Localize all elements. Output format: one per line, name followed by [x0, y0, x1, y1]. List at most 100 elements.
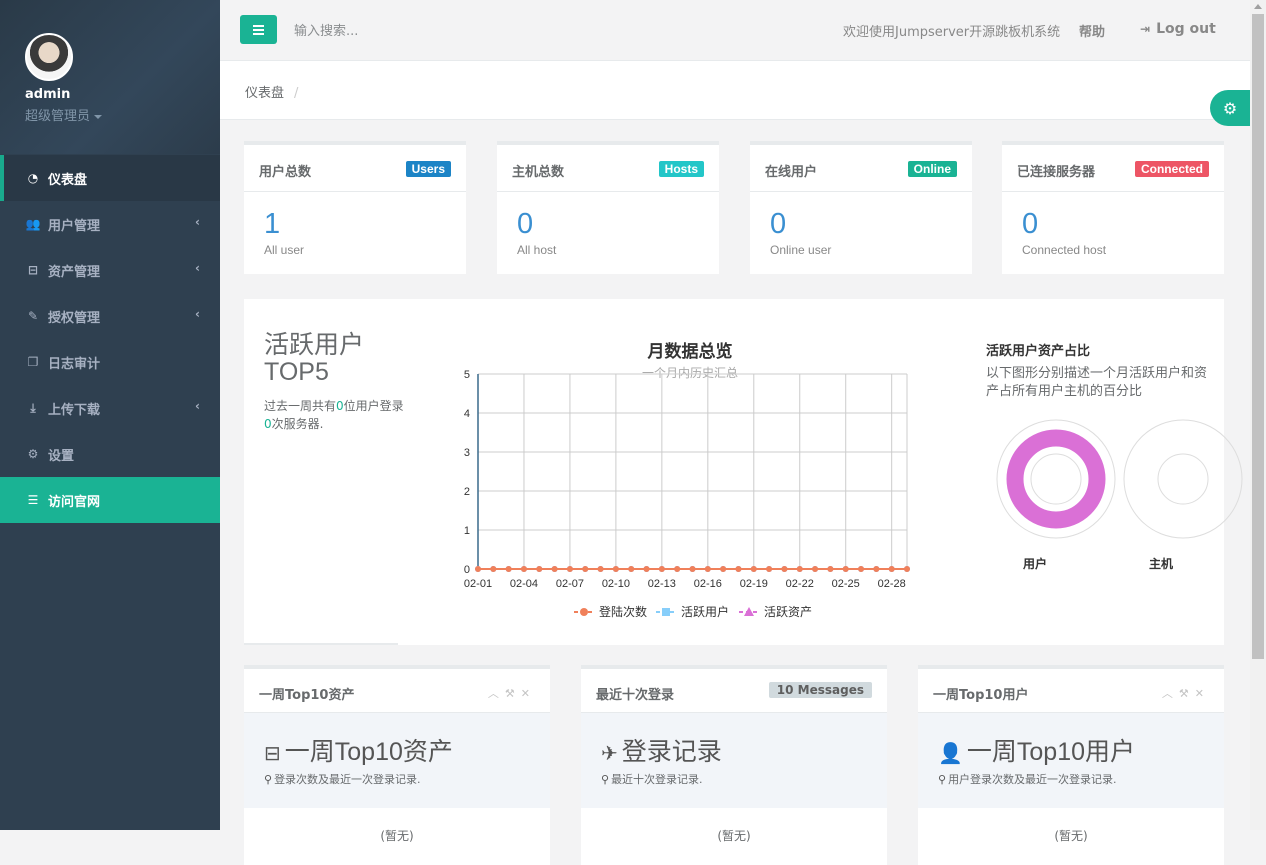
chevron-left-icon: ‹ [195, 261, 200, 275]
map-marker-icon: ⚲ [264, 773, 273, 786]
close-icon[interactable]: ✕ [521, 687, 536, 700]
caret-down-icon [94, 114, 103, 119]
database-icon: ☰ [27, 493, 39, 507]
data-point [858, 566, 865, 572]
ratio-donuts [996, 419, 1243, 539]
username: admin [25, 87, 71, 102]
sidebar-item-assets[interactable]: ⊟ 资产管理 ‹ [0, 247, 220, 293]
sidebar-item-dashboard[interactable]: ◔ 仪表盘 [0, 155, 220, 201]
role-dropdown[interactable]: 超级管理员 [25, 105, 103, 124]
breadcrumb-current[interactable]: 仪表盘 [245, 86, 284, 101]
stat-value: 1 [264, 208, 281, 240]
stat-title: 在线用户 [765, 165, 818, 180]
stat-value: 0 [1022, 208, 1039, 240]
x-tick-label: 02-01 [464, 578, 492, 590]
legend-label: 活跃用户 [681, 604, 729, 619]
legend-label: 登陆次数 [599, 604, 647, 619]
sidebar-item-label: 仪表盘 [48, 172, 88, 188]
y-tick-label: 2 [464, 486, 470, 498]
panel-heading: 登录记录 [621, 738, 722, 766]
data-point [674, 566, 681, 572]
sidebar-nav: ◔ 仪表盘 👥 用户管理 ‹ ⊟ 资产管理 ‹ ✎ 授权管理 ‹ ❐ 日志审计 … [0, 155, 220, 523]
inbox-icon: ⊟ [264, 743, 281, 765]
panel-top10-users: 一周Top10用户 ︿⚒✕ 👤 一周Top10用户 ⚲ 用户登录次数及最近一次登录记… [918, 665, 1224, 865]
scroll-thumb[interactable] [1252, 14, 1264, 659]
sidebar-item-users[interactable]: 👥 用户管理 ‹ [0, 201, 220, 247]
breadcrumb-separator: / [294, 86, 299, 101]
map-marker-icon: ⚲ [938, 773, 947, 786]
legend-label: 活跃资产 [764, 605, 812, 619]
theme-config-button[interactable]: ⚙ [1210, 90, 1250, 126]
close-icon[interactable]: ✕ [1195, 687, 1210, 700]
sidebar-item-permissions[interactable]: ✎ 授权管理 ‹ [0, 293, 220, 339]
gears-icon: ⚙ [1222, 98, 1238, 118]
user-icon: 👤 [938, 743, 963, 765]
legend-marker [662, 608, 670, 616]
paper-plane-icon: ✈ [601, 743, 618, 765]
data-point [720, 566, 727, 572]
donut-label-host: 主机 [1149, 557, 1174, 571]
stat-subtitle: All user [264, 243, 305, 257]
data-point [704, 566, 711, 572]
x-tick-label: 02-13 [648, 578, 676, 590]
menu-toggle-button[interactable] [240, 15, 277, 44]
data-point [490, 566, 497, 572]
wrench-icon[interactable]: ⚒ [1179, 687, 1195, 700]
legend-marker [580, 608, 588, 616]
logout-link[interactable]: ⇥ Log out [1140, 21, 1216, 37]
panel-title: 最近十次登录 [596, 688, 675, 703]
wrench-icon[interactable]: ⚒ [505, 687, 521, 700]
x-tick-label: 02-10 [602, 578, 630, 590]
dashboard-icon: ◔ [27, 171, 39, 185]
sidebar-item-audit[interactable]: ❐ 日志审计 [0, 339, 220, 385]
data-point [597, 566, 604, 572]
role-label: 超级管理员 [25, 109, 91, 124]
sidebar-item-website[interactable]: ☰ 访问官网 [0, 477, 220, 523]
donut-label-user: 用户 [1023, 557, 1048, 571]
copy-icon: ❐ [27, 355, 39, 369]
sidebar-item-label: 日志审计 [48, 356, 101, 372]
y-tick-label: 4 [464, 408, 470, 420]
scroll-up-arrow[interactable] [1254, 4, 1262, 9]
help-link[interactable]: 帮助 [1079, 21, 1105, 40]
stat-title: 主机总数 [512, 165, 565, 180]
data-point [689, 566, 696, 572]
x-tick-label: 02-19 [740, 578, 768, 590]
x-tick-label: 02-25 [832, 578, 860, 590]
panel-desc: 最近十次登录记录. [611, 773, 703, 786]
active-users-desc: 过去一周共有0位用户登录0次服务器. [264, 397, 404, 433]
data-point [873, 566, 880, 572]
sidebar-item-label: 访问官网 [48, 494, 101, 510]
host-donut-outer [1123, 419, 1243, 539]
top-bar: 欢迎使用Jumpserver开源跳板机系统 帮助 ⇥ Log out [220, 0, 1250, 61]
sidebar-item-transfer[interactable]: ⤓ 上传下载 ‹ [0, 385, 220, 431]
panel-tools: ︿⚒✕ [488, 685, 536, 701]
stat-title: 已连接服务器 [1017, 165, 1096, 180]
stat-badge: Online [907, 161, 957, 177]
stat-value: 0 [770, 208, 787, 240]
panel-desc: 用户登录次数及最近一次登录记录. [948, 773, 1117, 786]
stat-value: 0 [517, 208, 534, 240]
chevron-left-icon: ‹ [195, 215, 200, 229]
stat-badge: Users [405, 161, 451, 177]
data-point [643, 566, 650, 572]
user-donut-inner [1030, 453, 1082, 505]
sidebar-item-label: 设置 [48, 448, 75, 464]
sidebar-item-settings[interactable]: ⚙ 设置 [0, 431, 220, 477]
data-point [536, 566, 543, 572]
search-input[interactable] [292, 20, 492, 42]
data-point [904, 566, 910, 572]
avatar[interactable] [25, 33, 73, 81]
sign-out-icon: ⇥ [1140, 22, 1151, 36]
data-point [812, 566, 819, 572]
stat-title: 用户总数 [259, 165, 312, 180]
user-donut-ring[interactable] [1006, 429, 1106, 529]
download-icon: ⤓ [30, 400, 36, 415]
stat-box-online: 在线用户 Online 0 Online user [750, 141, 972, 274]
messages-badge: 10 Messages [768, 682, 872, 698]
users-icon: 👥 [25, 217, 41, 231]
edit-icon: ✎ [27, 309, 39, 323]
chevron-up-icon[interactable]: ︿ [488, 687, 505, 700]
chevron-up-icon[interactable]: ︿ [1162, 687, 1179, 700]
y-tick-label: 0 [464, 564, 470, 576]
